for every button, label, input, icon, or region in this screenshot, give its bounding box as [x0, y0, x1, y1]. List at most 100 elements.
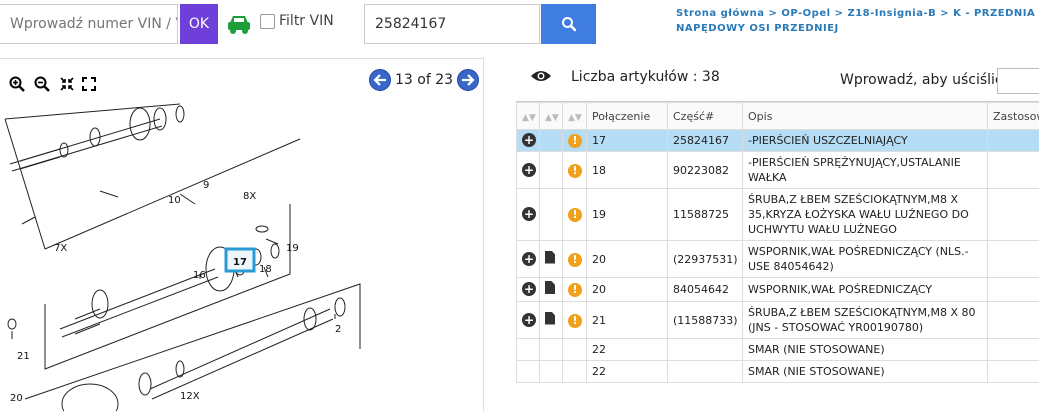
eye-icon[interactable] [530, 69, 552, 83]
table-row[interactable]: 22 SMAR (NIE STOSOWANE) [516, 338, 1039, 361]
article-count: Liczba artykułów : 38 [571, 69, 720, 85]
warning-icon[interactable]: ! [568, 313, 582, 328]
vin-filter-checkbox[interactable] [260, 13, 275, 29]
callout-18[interactable]: 18 [259, 264, 272, 275]
add-to-cart-icon[interactable]: + [522, 207, 536, 221]
row-description: WSPORNIK,WAŁ POŚREDNICZĄCY [742, 277, 988, 302]
table-row[interactable]: +! 17 25824167 -PIERŚCIEŃ USZCZELNIAJĄCY [516, 129, 1039, 152]
callout-10[interactable]: 10 [168, 195, 181, 206]
vin-filter[interactable]: Filtr VIN [260, 13, 334, 29]
row-add-cell [516, 360, 540, 383]
parts-diagram[interactable]: 9 8X 10 7X 19 16 18 2 21 20 12X 17 [0, 99, 484, 411]
document-icon[interactable] [545, 281, 555, 294]
callout-7x[interactable]: 7X [54, 243, 67, 254]
row-usage [987, 277, 1039, 302]
row-part-number[interactable]: 25824167 [667, 129, 743, 152]
warning-icon[interactable]: ! [568, 208, 582, 222]
next-page-button[interactable] [457, 69, 480, 91]
document-icon[interactable] [545, 311, 555, 325]
col-header-warn[interactable]: ▲▼ [562, 102, 587, 130]
car-icon[interactable] [226, 13, 252, 35]
page-indicator: 13 of 23 [395, 72, 454, 88]
prev-page-button[interactable] [369, 69, 391, 91]
row-part-number[interactable]: (11588733) [667, 301, 743, 339]
vin-filter-label: Filtr VIN [279, 13, 334, 29]
breadcrumb-group-line2[interactable]: NAPĘDOWY OSI PRZEDNIEJ [676, 21, 1039, 36]
row-doc-cell [539, 277, 563, 302]
part-search-input[interactable] [364, 4, 540, 44]
table-row[interactable]: +! 18 90223082 -PIERŚCIEŃ SPRĘŻYNUJĄCY,USTA… [516, 151, 1039, 189]
search-button[interactable] [541, 4, 596, 44]
zoom-in-icon[interactable] [9, 76, 25, 92]
col-header-connection[interactable]: Połączenie [586, 102, 668, 130]
row-warn-cell: ! [562, 151, 587, 189]
warning-icon[interactable]: ! [568, 134, 582, 148]
parts-table: ▲▼ ▲▼ ▲▼ Połączenie Część# Opis Zastosow… [516, 102, 1039, 383]
callout-12x[interactable]: 12X [180, 391, 200, 402]
row-usage [987, 338, 1039, 361]
breadcrumb-model[interactable]: Z18-Insignia-B [847, 8, 936, 19]
callout-21[interactable]: 21 [17, 351, 30, 362]
warning-icon[interactable]: ! [568, 163, 582, 178]
warning-icon[interactable]: ! [568, 252, 582, 267]
filter-label: Wprowadź, aby uściślić : [840, 72, 1012, 88]
breadcrumb-home[interactable]: Strona główna [676, 8, 764, 19]
add-to-cart-icon[interactable]: + [522, 251, 536, 266]
fullscreen-icon[interactable] [81, 76, 97, 92]
warning-icon[interactable]: ! [568, 283, 582, 297]
callout-8x[interactable]: 8X [243, 191, 256, 202]
callout-20[interactable]: 20 [10, 393, 23, 404]
row-warn-cell [562, 338, 587, 361]
col-header-plus[interactable]: ▲▼ [516, 102, 540, 130]
search-icon [561, 17, 576, 32]
filter-input[interactable] [997, 68, 1039, 94]
table-row[interactable]: +! 19 11588725 ŚRUBA,Z ŁBEM SZEŚCIOKĄTNYM,M… [516, 188, 1039, 241]
row-part-number[interactable]: 11588725 [667, 188, 743, 241]
callout-16[interactable]: 16 [193, 270, 206, 281]
col-header-description[interactable]: Opis [742, 102, 988, 130]
col-header-doc[interactable]: ▲▼ [539, 102, 563, 130]
row-description: -PIERŚCIEŃ SPRĘŻYNUJĄCY,USTALANIE WAŁKA [742, 151, 988, 189]
row-part-number[interactable] [667, 338, 743, 361]
diagram-pager: 13 of 23 [369, 69, 480, 91]
col-header-usage[interactable]: Zastosowanie [987, 102, 1039, 130]
row-part-number[interactable]: 84054642 [667, 277, 743, 302]
row-warn-cell: ! [562, 240, 587, 278]
row-connection: 19 [586, 188, 668, 241]
table-row[interactable]: +! 20 (22937531) WSPORNIK,WAŁ POŚREDNICZĄCY… [516, 240, 1039, 278]
add-to-cart-icon[interactable]: + [522, 162, 536, 177]
row-part-number[interactable]: (22937531) [667, 240, 743, 278]
add-to-cart-icon[interactable]: + [522, 133, 536, 147]
document-icon[interactable] [545, 250, 555, 264]
row-description: ŚRUBA,Z ŁBEM SZEŚCIOKĄTNYM,M8 X 35,KRYZA… [742, 188, 988, 241]
callout-19[interactable]: 19 [286, 243, 299, 254]
row-add-cell: + [516, 188, 540, 241]
row-part-number[interactable] [667, 360, 743, 383]
arrow-left-icon [373, 74, 386, 86]
table-row[interactable]: 22 SMAR (NIE STOSOWANE) [516, 360, 1039, 383]
add-to-cart-icon[interactable]: + [522, 282, 536, 296]
col-header-part[interactable]: Część# [667, 102, 743, 130]
row-usage [987, 188, 1039, 241]
row-doc-cell [539, 360, 563, 383]
row-warn-cell: ! [562, 129, 587, 152]
callout-2[interactable]: 2 [335, 324, 341, 335]
row-description: ŚRUBA,Z ŁBEM SZEŚCIOKĄTNYM,M8 X 80 (JNS … [742, 301, 988, 339]
table-row[interactable]: +! 20 84054642 WSPORNIK,WAŁ POŚREDNICZĄCY [516, 277, 1039, 302]
row-connection: 22 [586, 360, 668, 383]
table-row[interactable]: +! 21 (11588733) ŚRUBA,Z ŁBEM SZEŚCIOKĄTNYM… [516, 301, 1039, 339]
breadcrumb-group[interactable]: K - PRZEDNIA OŚ I Z [953, 8, 1039, 19]
ok-button[interactable]: OK [180, 4, 218, 44]
row-usage [987, 301, 1039, 339]
callout-9[interactable]: 9 [203, 180, 209, 191]
row-connection: 20 [586, 240, 668, 278]
callout-17[interactable]: 17 [233, 257, 247, 268]
row-add-cell [516, 338, 540, 361]
vin-input[interactable] [0, 4, 178, 44]
zoom-out-icon[interactable] [34, 76, 50, 92]
breadcrumb-make[interactable]: OP-Opel [781, 8, 830, 19]
add-to-cart-icon[interactable]: + [522, 312, 536, 327]
shrink-icon[interactable] [59, 76, 75, 92]
row-connection: 21 [586, 301, 668, 339]
row-part-number[interactable]: 90223082 [667, 151, 743, 189]
